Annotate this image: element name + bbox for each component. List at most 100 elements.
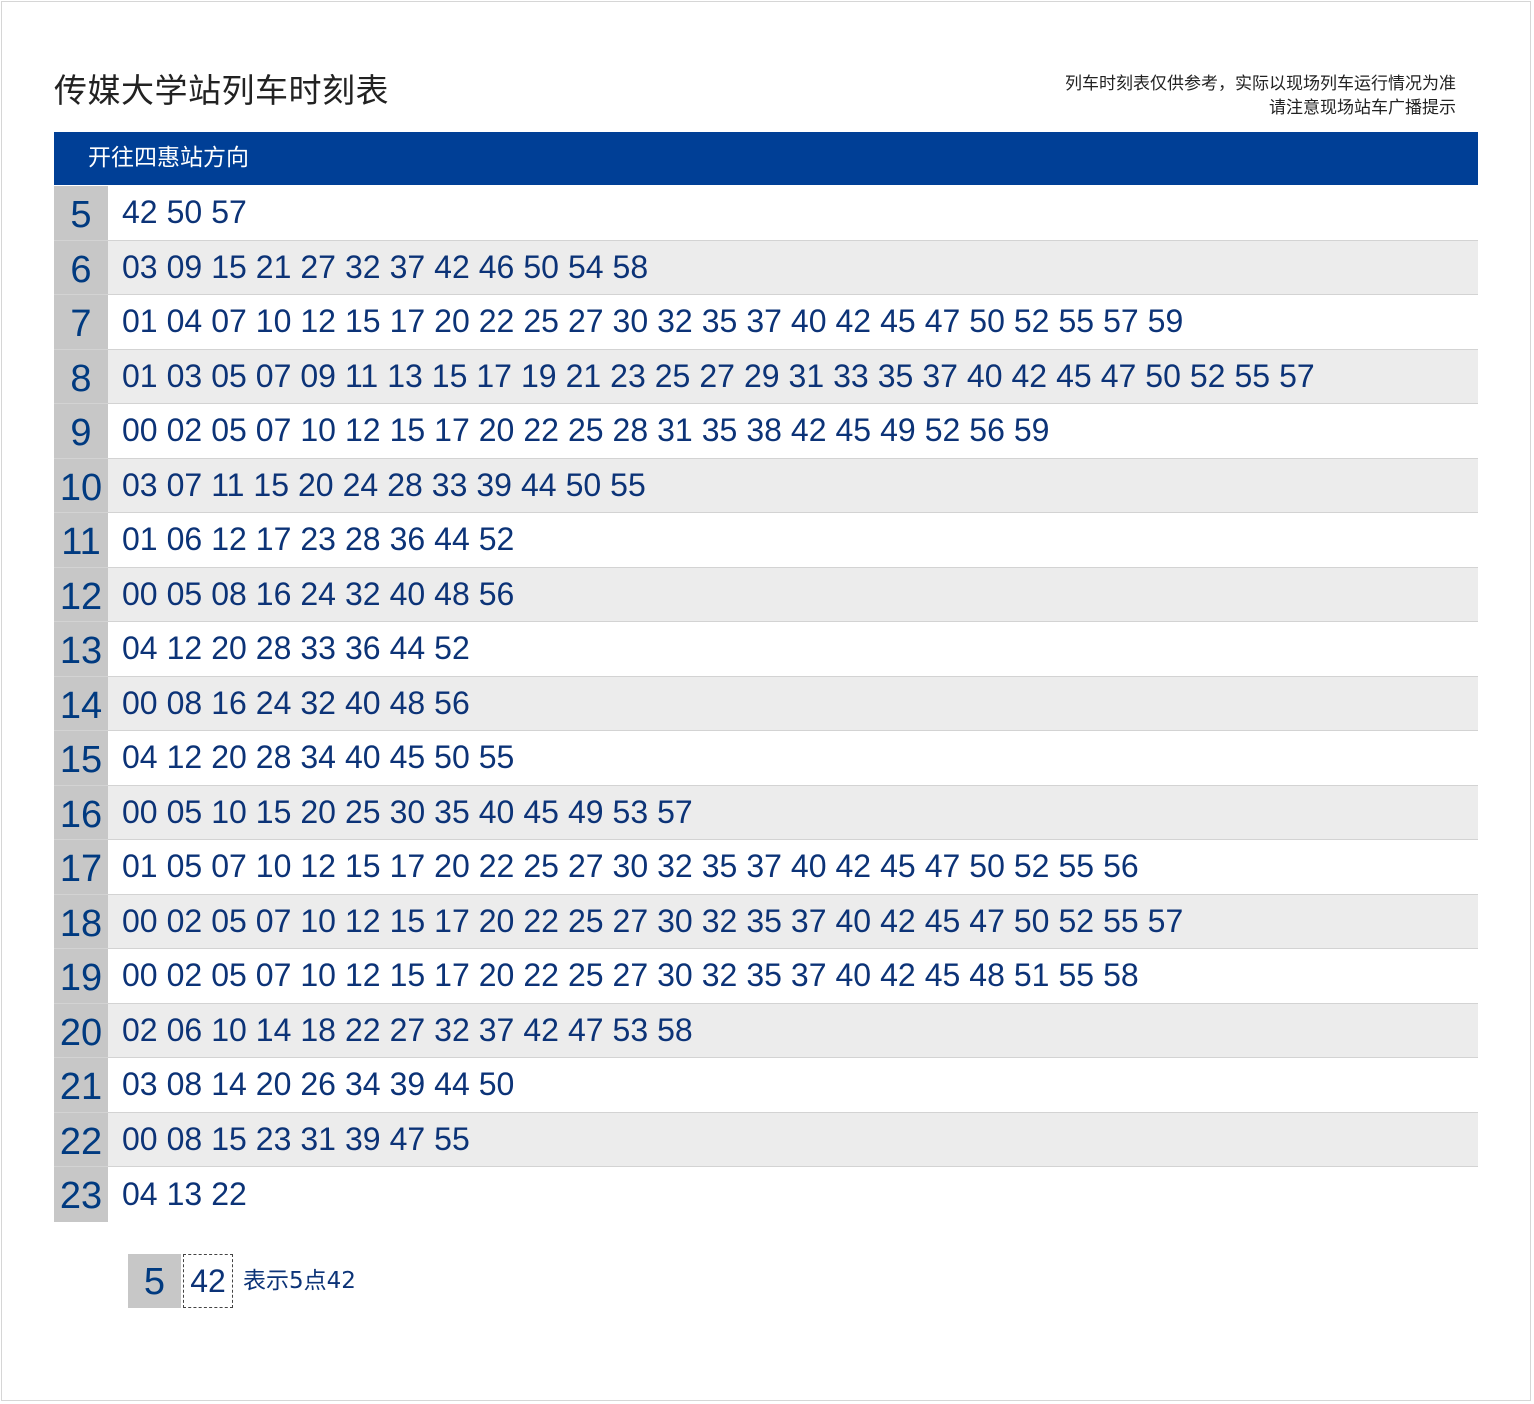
departure-minute: 25 [567,957,604,994]
departure-minute: 50 [478,1066,515,1103]
departure-minute: 11 [211,466,245,503]
minutes-cell: 00 02 05 07 10 12 15 17 20 22 25 27 30 32 35 37 40 42 45 48… [108,949,1478,1003]
departure-minute: 52 [434,630,470,667]
departure-minute: 39 [344,1120,381,1157]
departure-minute: 12 [344,412,381,449]
departure-minute: 04 [122,1175,158,1212]
departure-minute: 50 [565,466,602,503]
departure-minute: 06 [166,521,203,558]
departure-minute: 08 [166,684,203,721]
departure-minute: 15 [211,248,247,285]
departure-minute: 56 [434,684,470,721]
hour-cell: 13 [54,622,108,676]
departure-minute: 19 [520,357,557,394]
departure-minute: 12 [344,902,381,939]
departure-minute: 12 [166,739,203,776]
departure-minute: 01 [122,521,158,558]
departure-minute: 27 [300,248,336,285]
departure-minute: 46 [478,248,515,285]
departure-minute: 32 [701,902,738,939]
departure-minute: 21 [255,248,292,285]
departure-minute: 58 [612,248,649,285]
departure-minute: 37 [478,1011,515,1048]
departure-minute: 47 [567,1011,604,1048]
departure-minute: 02 [166,412,203,449]
departure-minute: 45 [835,412,872,449]
departure-minute: 17 [476,357,512,394]
departure-minute: 05 [211,357,247,394]
departure-minute: 42 [434,248,470,285]
departure-minute: 48 [389,684,426,721]
disclaimer-line-2: 请注意现场站车广播提示 [1269,98,1456,118]
departure-minute: 00 [122,1120,158,1157]
minutes-cell: 00 05 08 16 24 32 40 48 56 [108,567,1478,621]
departure-minute: 04 [122,630,158,667]
departure-minute: 59 [1147,303,1184,340]
departure-minute: 22 [211,1175,247,1212]
minutes-cell: 01 04 07 10 12 15 17 20 22 25 27 30 32 35 37 40 42 45 47 50… [108,295,1478,349]
departure-minute: 55 [478,739,515,776]
departure-minute: 35 [746,957,782,994]
departure-minute: 02 [166,902,203,939]
departure-minute: 31 [657,412,693,449]
hour-cell: 20 [54,1003,108,1057]
departure-minute: 30 [612,303,649,340]
departure-minute: 47 [924,303,961,340]
departure-minute: 30 [612,848,649,885]
timetable-row: 23 04 13 22 [54,1167,1478,1222]
departure-minute: 32 [657,303,693,340]
departure-minute: 55 [1058,303,1095,340]
departure-minute: 24 [255,684,292,721]
departure-minute: 26 [300,1066,336,1103]
departure-minute: 14 [255,1011,292,1048]
departure-minute: 53 [612,793,649,830]
departure-minute: 38 [746,412,782,449]
minutes-cell: 42 50 57 [108,186,1478,240]
departure-minute: 23 [300,521,336,558]
departure-minute: 55 [1058,957,1095,994]
departure-minute: 42 [1011,357,1048,394]
departure-minute: 20 [255,1066,292,1103]
minutes-cell: 00 02 05 07 10 12 15 17 20 22 25 28 31 35 38 42 45 49 52 56… [108,404,1478,458]
hour-cell: 15 [54,731,108,785]
departure-minute: 40 [344,684,381,721]
departure-minute: 32 [657,848,693,885]
departure-minute: 42 [122,194,158,231]
departure-minute: 42 [790,412,827,449]
hour-cell: 5 [54,186,108,240]
departure-minute: 36 [389,521,426,558]
departure-minute: 47 [924,848,961,885]
departure-minute: 17 [434,412,470,449]
direction-header: 开往四惠站方向 [54,132,1478,185]
departure-minute: 37 [790,957,827,994]
departure-minute: 10 [300,902,336,939]
hour-cell: 10 [54,458,108,512]
departure-minute: 28 [612,412,649,449]
departure-minute: 37 [746,848,782,885]
timetable-row: 9 00 02 05 07 10 12 15 17 20 22 25 28 31 35 38 42 45 49 52 5… [54,404,1478,459]
hour-cell: 17 [54,840,108,894]
departure-minute: 58 [657,1011,693,1048]
departure-minute: 00 [122,412,158,449]
departure-minute: 52 [1013,303,1050,340]
departure-minute: 44 [434,1066,470,1103]
departure-minute: 45 [880,848,916,885]
departure-minute: 25 [654,357,691,394]
departure-minute: 10 [300,412,336,449]
departure-minute: 50 [166,194,203,231]
departure-minute: 33 [300,630,336,667]
departure-minute: 24 [300,575,336,612]
timetable-row: 22 00 08 15 23 31 39 47 55 [54,1112,1478,1167]
departure-minute: 50 [1013,902,1050,939]
departure-minute: 11 [344,357,379,394]
departure-minute: 20 [434,303,470,340]
departure-minute: 00 [122,957,158,994]
timetable-row: 7 01 04 07 10 12 15 17 20 22 25 27 30 32 35 37 40 42 45 47 5… [54,295,1478,350]
timetable-row: 21 03 08 14 20 26 34 39 44 50 [54,1058,1478,1113]
minutes-cell: 03 08 14 20 26 34 39 44 50 [108,1058,1478,1112]
departure-minute: 07 [255,957,292,994]
departure-minute: 32 [344,575,381,612]
departure-minute: 35 [701,848,738,885]
departure-minute: 05 [211,957,247,994]
departure-minute: 00 [122,684,158,721]
